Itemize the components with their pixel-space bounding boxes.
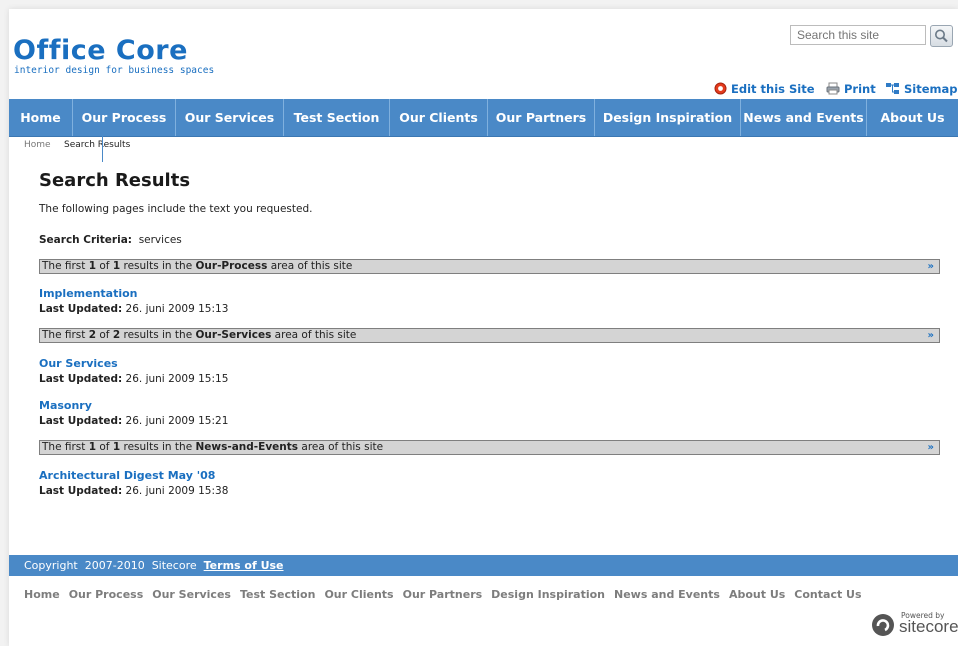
terms-of-use-link[interactable]: Terms of Use [204,559,284,572]
footer-link-test-section[interactable]: Test Section [240,588,315,601]
footer-link-news-and-events[interactable]: News and Events [614,588,720,601]
search-intro: The following pages include the text you… [39,203,313,215]
section-suffix: area of this site [298,441,384,453]
section-area: News-and-Events [195,441,299,453]
powered-by-name: sitecore [899,617,958,636]
last-updated-value: 26. juni 2009 15:38 [125,485,229,497]
result-title-link[interactable]: Our Services [39,357,118,370]
more-results-link[interactable]: » [928,441,934,454]
breadcrumb-home[interactable]: Home [24,140,51,150]
copyright-bar: Copyright 2007-2010 Sitecore Terms of Us… [9,555,958,576]
more-results-link[interactable]: » [928,329,934,342]
section-of: of [96,260,113,272]
sitemap-icon [885,82,900,98]
section-prefix: The first [42,260,89,272]
site-tagline: interior design for business spaces [14,65,215,76]
result-title-link[interactable]: Implementation [39,287,138,300]
footer-link-our-process[interactable]: Our Process [69,588,144,601]
edit-site-label: Edit this Site [731,82,815,96]
last-updated-value: 26. juni 2009 15:13 [125,303,229,315]
more-results-link[interactable]: » [928,260,934,273]
search-button[interactable] [930,25,953,47]
section-area: Our-Services [195,329,272,341]
nav-our-services[interactable]: Our Services [176,99,284,136]
last-updated-value: 26. juni 2009 15:15 [125,373,229,385]
result-title-link[interactable]: Masonry [39,399,92,412]
nav-test-section[interactable]: Test Section [284,99,390,136]
results-section-bar: The first 1 of 1 results in the Our-Proc… [39,259,940,274]
result-last-updated: Last Updated: 26. juni 2009 15:13 [39,303,228,315]
main-nav: Home Our Process Our Services Test Secti… [9,99,958,137]
sitemap-label: Sitemap [904,82,958,96]
last-updated-value: 26. juni 2009 15:21 [125,415,229,427]
powered-by-sitecore-logo[interactable]: Powered by sitecore [871,609,958,639]
footer-link-our-partners[interactable]: Our Partners [403,588,483,601]
nav-our-process[interactable]: Our Process [73,99,176,136]
section-shown-count: 1 [88,441,97,453]
nav-about-us[interactable]: About Us [867,99,958,136]
result-title-link[interactable]: Architectural Digest May '08 [39,469,215,482]
nav-news-and-events[interactable]: News and Events [741,99,867,136]
print-link[interactable]: Print [826,82,876,98]
section-prefix: The first [42,441,89,453]
search-input[interactable] [790,25,926,45]
footer-nav: Home Our Process Our Services Test Secti… [24,588,862,601]
last-updated-label: Last Updated: [39,415,123,427]
footer-link-about-us[interactable]: About Us [729,588,785,601]
footer-link-contact-us[interactable]: Contact Us [794,588,861,601]
edit-site-link[interactable]: Edit this Site [714,82,815,98]
site-logo-title[interactable]: Office Core [13,37,188,65]
section-mid: results in the [120,260,196,272]
page: Office Core interior design for business… [9,9,958,646]
sitecore-logo-icon [872,614,894,636]
criteria-label: Search Criteria: [39,234,132,246]
nav-design-inspiration[interactable]: Design Inspiration [595,99,741,136]
nav-home[interactable]: Home [9,99,73,136]
search-criteria: Search Criteria: services [39,234,182,246]
section-suffix: area of this site [271,329,357,341]
printer-icon [826,82,840,98]
results-section-bar: The first 1 of 1 results in the News-and… [39,440,940,455]
last-updated-label: Last Updated: [39,485,123,497]
footer-link-our-services[interactable]: Our Services [152,588,231,601]
section-area: Our-Process [195,260,268,272]
section-shown-count: 2 [88,329,97,341]
section-suffix: area of this site [267,260,353,272]
page-title: Search Results [39,170,191,191]
result-last-updated: Last Updated: 26. juni 2009 15:21 [39,415,228,427]
section-of: of [96,441,113,453]
footer-link-our-clients[interactable]: Our Clients [324,588,393,601]
nav-our-partners[interactable]: Our Partners [488,99,595,136]
text-cursor [102,135,103,162]
breadcrumb-current: Search Results [64,140,131,150]
edit-icon [714,82,727,98]
last-updated-label: Last Updated: [39,373,123,385]
criteria-value: services [138,234,182,246]
nav-our-clients[interactable]: Our Clients [390,99,488,136]
section-of: of [96,329,113,341]
result-last-updated: Last Updated: 26. juni 2009 15:38 [39,485,228,497]
footer-link-design-inspiration[interactable]: Design Inspiration [491,588,605,601]
section-mid: results in the [120,441,196,453]
copyright-text: Copyright 2007-2010 Sitecore [24,559,204,572]
last-updated-label: Last Updated: [39,303,123,315]
section-prefix: The first [42,329,89,341]
result-last-updated: Last Updated: 26. juni 2009 15:15 [39,373,228,385]
footer-link-home[interactable]: Home [24,588,60,601]
section-mid: results in the [120,329,196,341]
sitemap-link[interactable]: Sitemap [885,82,958,98]
print-label: Print [844,82,876,96]
results-section-bar: The first 2 of 2 results in the Our-Serv… [39,328,940,343]
section-shown-count: 1 [88,260,97,272]
magnifier-icon [935,29,948,43]
